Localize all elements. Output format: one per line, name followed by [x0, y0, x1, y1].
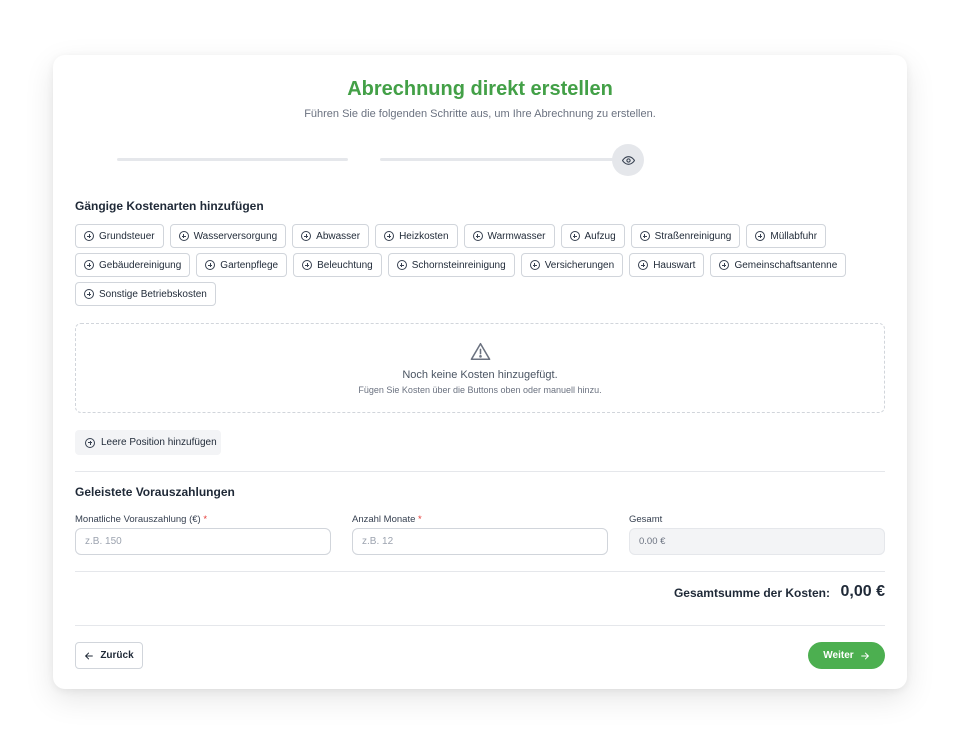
cost-type-chip-label: Hauswart	[653, 259, 696, 271]
monthly-payment-input[interactable]	[75, 528, 331, 555]
plus-circle-icon	[178, 231, 189, 241]
cost-type-chip[interactable]: Abwasser	[292, 224, 370, 248]
back-button[interactable]: Zurück	[75, 642, 143, 669]
cost-type-chip[interactable]: Straßenreinigung	[630, 224, 741, 248]
section-divider	[75, 471, 885, 472]
step-progress-track-1	[117, 158, 348, 161]
step-progress-track-2	[380, 158, 616, 161]
monthly-payment-label: Monatliche Vorauszahlung (€) *	[75, 514, 208, 525]
cost-type-chip-label: Warmwasser	[487, 230, 546, 242]
cost-type-chip-label: Versicherungen	[544, 259, 615, 271]
cost-type-chip-label: Abwasser	[316, 230, 361, 242]
cost-type-chip[interactable]: Wasserversorgung	[169, 224, 287, 248]
empty-hint: Fügen Sie Kosten über die Buttons oben o…	[358, 385, 602, 395]
cost-type-chip-label: Müllabfuhr	[770, 230, 818, 242]
next-button[interactable]: Weiter	[808, 642, 885, 669]
required-marker: *	[418, 514, 422, 525]
months-count-label: Anzahl Monate *	[352, 514, 422, 525]
cost-type-chip-label: Grundsteuer	[99, 230, 155, 242]
cost-type-chip[interactable]: Schornsteinreinigung	[387, 253, 515, 277]
total-payments-field: 0.00 €	[629, 528, 885, 555]
add-empty-position-label: Leere Position hinzufügen	[101, 437, 217, 448]
cost-type-chip-label: Aufzug	[584, 230, 616, 242]
cost-type-chip-label: Sonstige Betriebskosten	[99, 288, 207, 300]
footer-divider	[75, 625, 885, 626]
plus-circle-icon	[529, 260, 540, 270]
back-button-label: Zurück	[100, 650, 134, 661]
plus-circle-icon	[638, 260, 649, 270]
plus-circle-icon	[719, 260, 730, 270]
cost-type-chip[interactable]: Aufzug	[560, 224, 625, 248]
plus-circle-icon	[472, 231, 483, 241]
plus-circle-icon	[384, 231, 395, 241]
cost-type-chip-label: Gebäudereinigung	[99, 259, 182, 271]
plus-circle-icon	[85, 437, 95, 448]
plus-circle-icon	[205, 260, 216, 270]
plus-circle-icon	[755, 231, 766, 241]
grand-total-value: 0,00 €	[840, 583, 885, 600]
warning-icon	[470, 342, 491, 361]
eye-icon	[621, 155, 635, 165]
cost-type-chip[interactable]: Grundsteuer	[75, 224, 164, 248]
plus-circle-icon	[84, 260, 94, 270]
total-payments-label: Gesamt	[629, 514, 663, 525]
required-marker: *	[203, 514, 208, 525]
plus-circle-icon	[569, 231, 580, 241]
plus-circle-icon	[84, 289, 94, 299]
empty-message: Noch keine Kosten hinzugefügt.	[402, 369, 558, 381]
cost-type-chip[interactable]: Hauswart	[629, 253, 705, 277]
cost-type-chip[interactable]: Versicherungen	[520, 253, 624, 277]
cost-type-chip-label: Straßenreinigung	[654, 230, 732, 242]
cost-type-chips: Grundsteuer Wasserversorgung Abwasser Heizk…	[75, 224, 885, 306]
cost-type-chip[interactable]: Heizkosten	[375, 224, 458, 248]
grand-total-label: Gesamtsumme der Kosten:	[673, 586, 830, 600]
cost-type-chip-label: Gemeinschaftsantenne	[734, 259, 838, 271]
plus-circle-icon	[84, 231, 94, 241]
summary-divider	[75, 571, 885, 572]
cost-type-chip-label: Beleuchtung	[317, 259, 373, 271]
cost-type-chip-label: Schornsteinreinigung	[411, 259, 506, 271]
arrow-right-icon	[860, 652, 869, 659]
cost-type-chip-label: Gartenpflege	[220, 259, 279, 271]
cost-type-chip[interactable]: Beleuchtung	[293, 253, 382, 277]
arrow-left-icon	[85, 652, 94, 659]
page-subtitle: Führen Sie die folgenden Schritte aus, u…	[304, 108, 656, 120]
cost-type-chip[interactable]: Gartenpflege	[196, 253, 288, 277]
cost-type-chip[interactable]: Warmwasser	[463, 224, 555, 248]
page-title: Abrechnung direkt erstellen	[347, 78, 613, 100]
cost-type-chip-label: Heizkosten	[399, 230, 449, 242]
add-empty-position-button[interactable]: Leere Position hinzufügen	[75, 430, 221, 455]
step-indicator-preview[interactable]	[612, 144, 644, 176]
plus-circle-icon	[639, 231, 650, 241]
plus-circle-icon	[396, 260, 407, 270]
billing-card: Abrechnung direkt erstellen Führen Sie d…	[53, 55, 907, 689]
cost-type-chip[interactable]: Gemeinschaftsantenne	[710, 253, 847, 277]
cost-type-chip-label: Wasserversorgung	[193, 230, 278, 242]
months-count-input[interactable]	[352, 528, 608, 555]
next-button-label: Weiter	[823, 650, 854, 661]
empty-costs-placeholder: Noch keine Kosten hinzugefügt. Fügen Sie…	[75, 323, 885, 413]
cost-type-chip[interactable]: Müllabfuhr	[746, 224, 827, 248]
plus-circle-icon	[301, 231, 312, 241]
plus-circle-icon	[302, 260, 313, 270]
cost-type-chip[interactable]: Sonstige Betriebskosten	[75, 282, 216, 306]
cost-type-chip[interactable]: Gebäudereinigung	[75, 253, 191, 277]
cost-types-title: Gängige Kostenarten hinzufügen	[75, 199, 264, 213]
advance-payments-title: Geleistete Vorauszahlungen	[75, 485, 235, 499]
